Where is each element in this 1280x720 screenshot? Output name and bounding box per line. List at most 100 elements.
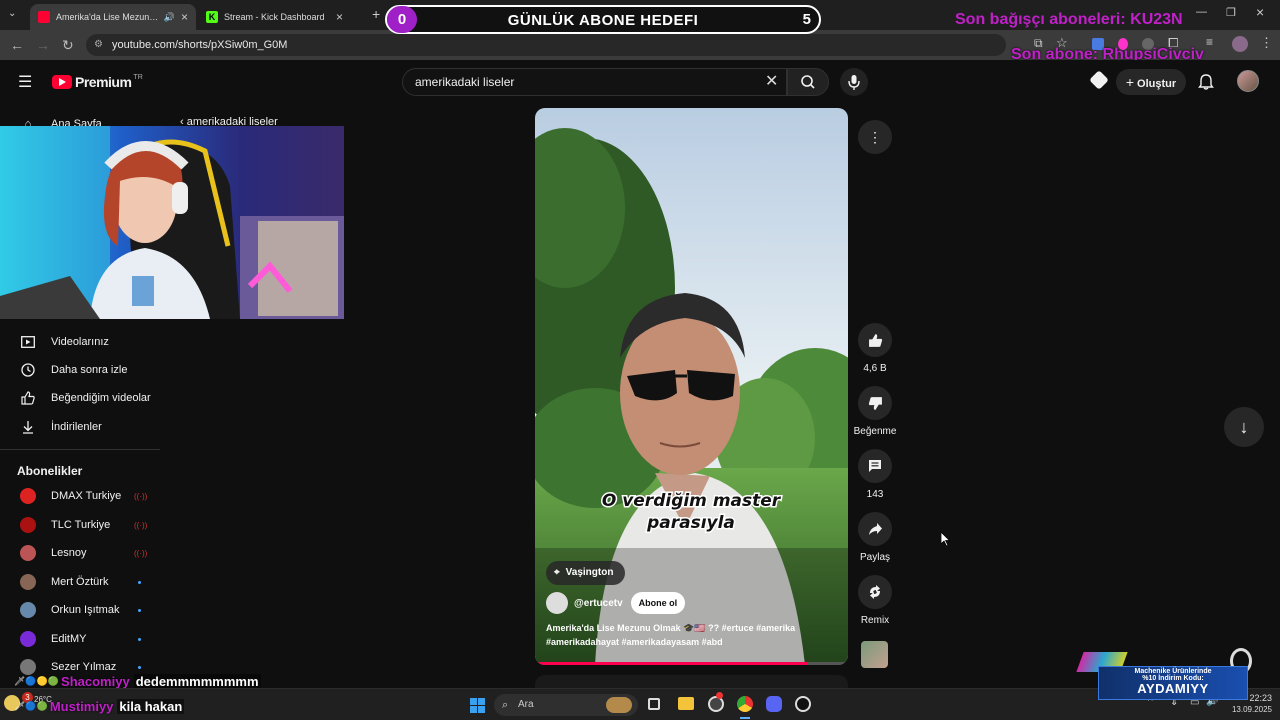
country-code: TR [133, 74, 143, 81]
file-explorer-icon[interactable] [678, 697, 694, 710]
profile-avatar[interactable] [1232, 36, 1248, 52]
short-video-player[interactable]: O verdiğim master parasıyla ⌖ Vaşington @… [535, 108, 848, 665]
tab-youtube[interactable]: Amerika'da Lise Mezunu Olma 🔊 × [30, 4, 196, 30]
tab-list-icon[interactable]: ⌄ [8, 8, 16, 19]
like-button[interactable]: 4,6 B [858, 323, 892, 374]
sidebar-sub-orkun[interactable]: Orkun Işıtmak [0, 596, 160, 624]
sidebar-item-label: Mert Öztürk [51, 576, 109, 588]
back-icon[interactable]: ← [10, 37, 24, 53]
media-control-icon[interactable]: ≡ [1206, 35, 1213, 49]
hamburger-menu-icon[interactable]: ☰ [18, 72, 32, 92]
plus-icon: + [1125, 74, 1135, 90]
channel-avatar [20, 631, 36, 647]
sound-thumbnail[interactable] [861, 641, 888, 668]
notifications-bell-icon[interactable] [1198, 73, 1214, 90]
close-tab-icon[interactable]: × [181, 10, 188, 24]
next-short-button[interactable]: ↓ [1224, 407, 1264, 447]
tab-title: Stream - Kick Dashboard [224, 12, 325, 22]
new-content-dot [138, 665, 141, 669]
subscribe-button[interactable]: Abone ol [630, 592, 686, 614]
browser-menu-icon[interactable]: ⋮ [1260, 35, 1273, 51]
chat-message: 🗡🔵🟡🟢 Shacomiyy dedemmmmmmmm [14, 674, 261, 689]
channel-avatar[interactable] [546, 592, 568, 614]
chat-username: Mustimiyy [49, 699, 114, 714]
arrow-down-icon: ↓ [1239, 417, 1249, 437]
discount-code: AYDAMIYY [1137, 681, 1209, 696]
new-content-dot [138, 580, 141, 584]
tab-kick[interactable]: K Stream - Kick Dashboard × [198, 4, 364, 30]
maximize-icon[interactable]: ❐ [1226, 6, 1236, 19]
sidebar-item-label: EditMY [51, 633, 87, 645]
sidebar-item-liked-videos[interactable]: Beğendiğim videolar [0, 384, 160, 412]
search-button[interactable] [787, 68, 829, 96]
new-tab-icon[interactable]: + [372, 6, 380, 22]
comments-button[interactable]: 143 [858, 449, 892, 500]
next-short-preview[interactable] [535, 675, 848, 688]
sidebar-item-downloads[interactable]: İndirilenler [0, 413, 160, 441]
microphone-icon [848, 75, 860, 90]
active-app-indicator [740, 717, 750, 719]
new-content-dot [138, 608, 141, 612]
search-input[interactable]: amerikadaki liseler ✕ [402, 68, 787, 96]
share-label: Paylaş [859, 552, 890, 563]
youtube-favicon-icon [38, 11, 50, 23]
chat-text: kila hakan [117, 699, 185, 714]
channel-handle[interactable]: @ertucetv [574, 598, 623, 609]
more-options-button[interactable]: ⋮ [858, 120, 892, 154]
goal-label: GÜNLÜK ABONE HEDEFI [507, 12, 699, 29]
channel-avatar [20, 545, 36, 561]
youtube-logo[interactable]: Premium TR [52, 74, 143, 90]
subscriptions-heading: Abonelikler [17, 464, 83, 478]
channel-avatar [20, 574, 36, 590]
remix-label: Remix [860, 615, 890, 626]
sidebar-sub-dmax[interactable]: DMAX Turkiye ((·)) [0, 482, 160, 510]
progress-track[interactable] [535, 662, 848, 665]
sponsor-box: Machenike Ürünlerinde %10 İndirim Kodu: … [1098, 666, 1248, 700]
comment-count: 143 [866, 489, 884, 500]
sidebar-item-watch-later[interactable]: Daha sonra izle [0, 356, 160, 384]
discord-icon[interactable] [766, 696, 782, 712]
download-icon [17, 420, 39, 434]
sidebar-sub-editmy[interactable]: EditMY [0, 625, 160, 653]
search-icon: ⌕ [502, 699, 509, 711]
clear-search-icon[interactable]: ✕ [765, 69, 778, 95]
sidebar-sub-tlc[interactable]: TLC Turkiye ((·)) [0, 511, 160, 539]
gemini-ai-icon[interactable] [1089, 70, 1109, 90]
share-arrow-icon [868, 523, 882, 535]
create-button[interactable]: + Oluştur [1116, 69, 1186, 95]
app-icon[interactable] [708, 696, 724, 712]
chat-text: dedemmmmmmmm [133, 674, 261, 689]
account-avatar[interactable] [1237, 70, 1259, 92]
voice-search-button[interactable] [840, 68, 868, 96]
url-text: youtube.com/shorts/pXSiw0m_G0M [112, 39, 288, 51]
remix-button[interactable]: Remix [858, 575, 892, 626]
forward-icon[interactable]: → [36, 37, 50, 53]
thumb-up-icon [17, 391, 39, 405]
sidebar-sub-mert[interactable]: Mert Öztürk [0, 568, 160, 596]
location-chip[interactable]: ⌖ Vaşington [546, 561, 626, 585]
audio-icon[interactable]: 🔊 [164, 12, 175, 23]
chat-username: Shacomiyy [61, 674, 130, 689]
chrome-icon[interactable] [737, 696, 753, 712]
taskbar-search[interactable]: ⌕ Ara [494, 694, 638, 716]
share-button[interactable]: Paylaş [858, 512, 892, 563]
sidebar-item-your-videos[interactable]: Videolarınız [0, 328, 160, 356]
windows-start-icon[interactable] [470, 698, 485, 713]
task-view-icon[interactable] [648, 698, 660, 710]
reload-icon[interactable]: ↻ [62, 37, 74, 54]
address-bar[interactable]: ⚙ youtube.com/shorts/pXSiw0m_G0M [86, 34, 1006, 56]
dislike-button[interactable]: Beğenme [854, 386, 896, 437]
chat-message: 🗡🔵🟢 Mustimiyy kila hakan [14, 699, 185, 714]
close-window-icon[interactable]: × [1256, 4, 1264, 20]
notification-dot [716, 692, 723, 699]
video-caption-line: parasıyla [646, 513, 735, 533]
minimize-icon[interactable]: — [1196, 6, 1207, 18]
chat-badges-icon: 🗡🔵🟢 [14, 701, 48, 711]
close-tab-icon[interactable]: × [336, 10, 343, 24]
site-info-icon[interactable]: ⚙ [94, 34, 103, 56]
sponsor-banner: Machenike Ürünlerinde %10 İndirim Kodu: … [1076, 648, 1256, 700]
sidebar-sub-lesnoy[interactable]: Lesnoy ((·)) [0, 539, 160, 567]
short-title[interactable]: Amerika'da Lise Mezunu Olmak 🎓🇺🇸 ?? #ert… [546, 621, 841, 649]
app-icon[interactable] [795, 696, 811, 712]
goal-current: 0 [387, 6, 417, 33]
